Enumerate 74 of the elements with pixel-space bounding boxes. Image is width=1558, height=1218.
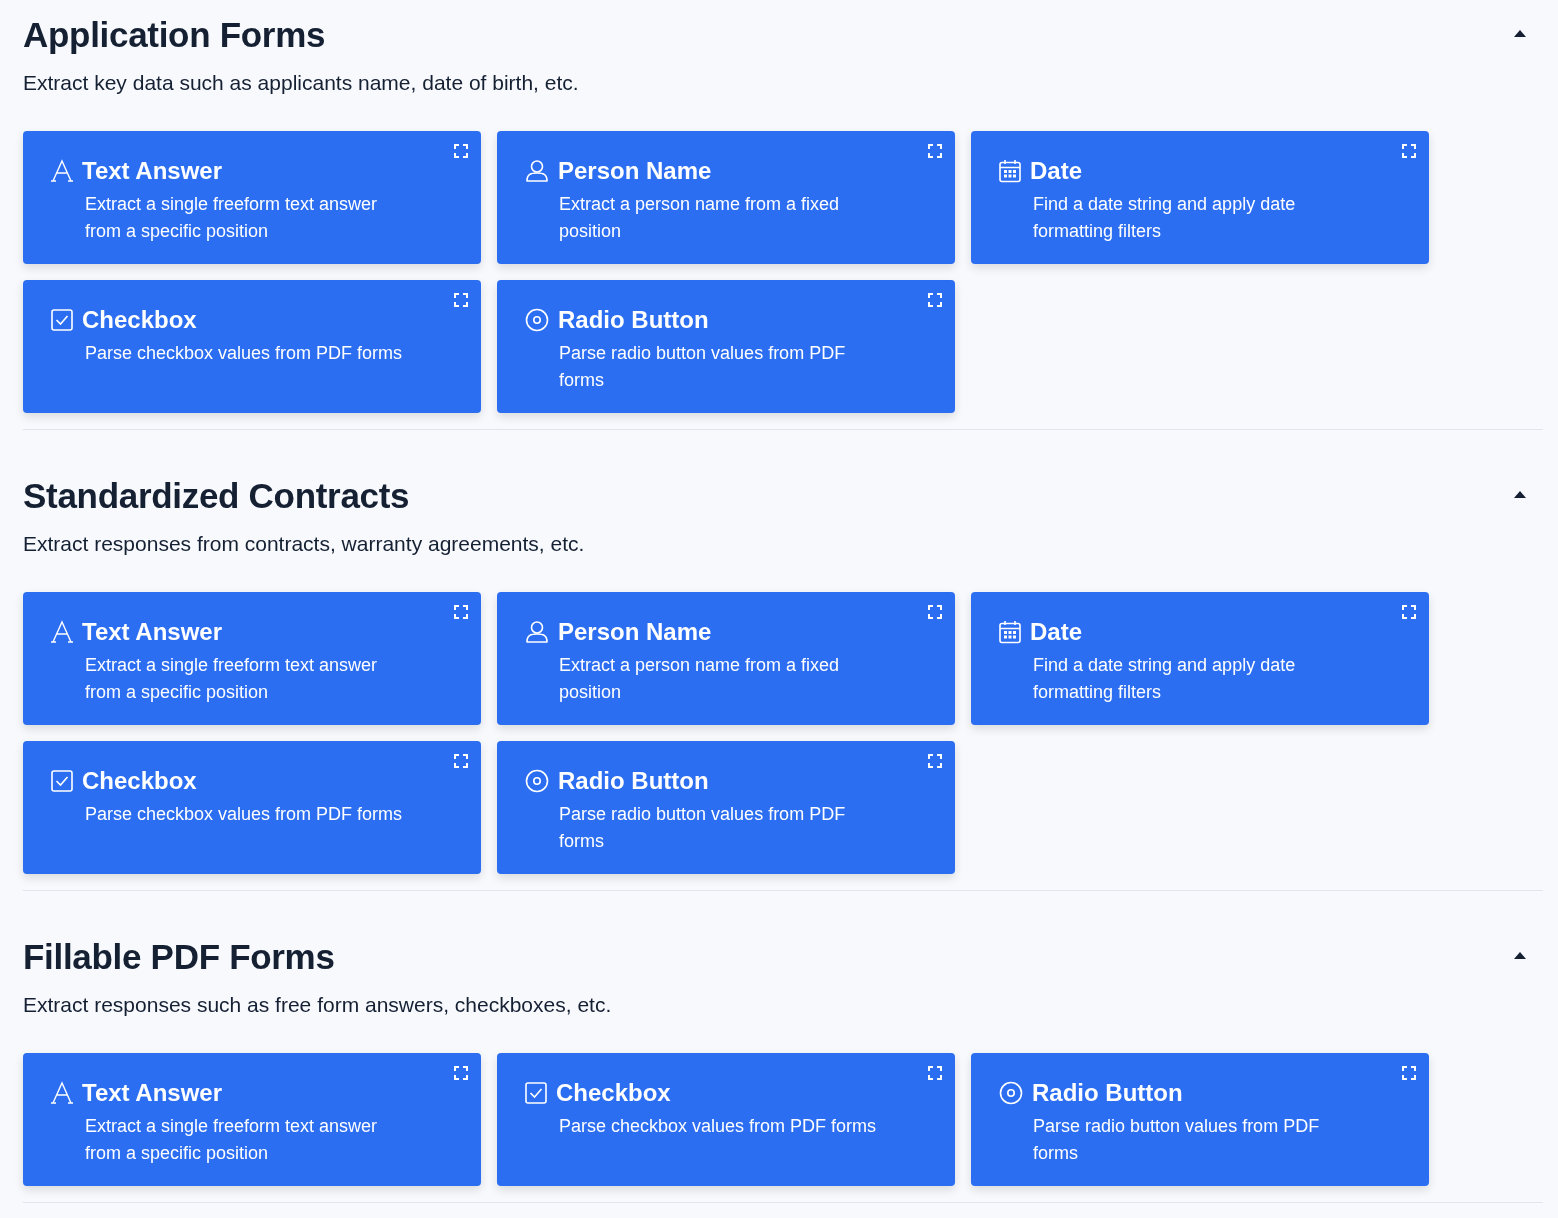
expand-icon[interactable] bbox=[454, 293, 468, 307]
field-type-card[interactable]: Text Answer Extract a single freeform text answer from a specific position bbox=[23, 131, 481, 264]
card-title: Radio Button bbox=[558, 766, 709, 796]
checkbox-icon bbox=[51, 770, 73, 792]
radio-icon bbox=[525, 769, 549, 793]
section-title: Application Forms bbox=[23, 14, 327, 56]
card-title: Checkbox bbox=[556, 1078, 671, 1108]
card-description: Parse checkbox values from PDF forms bbox=[85, 803, 404, 826]
expand-icon[interactable] bbox=[928, 144, 942, 158]
section-description: Extract responses from contracts, warranty agreements, etc. bbox=[23, 531, 585, 557]
field-type-card[interactable]: Radio Button Parse radio button values from PDF forms bbox=[971, 1053, 1429, 1186]
card-title: Text Answer bbox=[82, 617, 223, 647]
card-title: Checkbox bbox=[82, 766, 197, 796]
card-description: Parse checkbox values from PDF forms bbox=[85, 342, 404, 365]
card-description: Find a date string and apply date formatting filters bbox=[1033, 193, 1297, 243]
card-description: Extract a single freeform text answer from a specific position bbox=[85, 654, 379, 704]
text-letter-icon bbox=[51, 620, 73, 644]
card-title: Text Answer bbox=[82, 156, 223, 186]
person-icon bbox=[525, 159, 549, 183]
field-type-card[interactable]: Date Find a date string and apply date formatting filters bbox=[971, 131, 1429, 264]
field-type-card[interactable]: Checkbox Parse checkbox values from PDF forms bbox=[23, 741, 481, 874]
calendar-icon bbox=[999, 159, 1021, 183]
expand-icon[interactable] bbox=[1402, 605, 1416, 619]
section-description: Extract key data such as applicants name, date of birth, etc. bbox=[23, 70, 579, 96]
card-description: Extract a single freeform text answer from a specific position bbox=[85, 193, 379, 243]
card-description: Extract a single freeform text answer from a specific position bbox=[85, 1115, 379, 1165]
collapse-toggle[interactable] bbox=[1513, 490, 1527, 499]
field-type-card[interactable]: Checkbox Parse checkbox values from PDF forms bbox=[23, 280, 481, 413]
section-title: Standardized Contracts bbox=[23, 475, 411, 517]
card-description: Parse radio button values from PDF forms bbox=[1033, 1115, 1321, 1165]
text-letter-icon bbox=[51, 159, 73, 183]
radio-icon bbox=[999, 1081, 1023, 1105]
section-description: Extract responses such as free form answers, checkboxes, etc. bbox=[23, 992, 612, 1018]
field-type-card[interactable]: Checkbox Parse checkbox values from PDF forms bbox=[497, 1053, 955, 1186]
card-title: Radio Button bbox=[558, 305, 709, 335]
text-letter-icon bbox=[51, 1081, 73, 1105]
field-type-card[interactable]: Date Find a date string and apply date formatting filters bbox=[971, 592, 1429, 725]
card-title: Date bbox=[1030, 617, 1083, 647]
expand-icon[interactable] bbox=[454, 144, 468, 158]
expand-icon[interactable] bbox=[928, 754, 942, 768]
expand-icon[interactable] bbox=[928, 1066, 942, 1080]
calendar-icon bbox=[999, 620, 1021, 644]
expand-icon[interactable] bbox=[928, 293, 942, 307]
expand-icon[interactable] bbox=[1402, 144, 1416, 158]
card-title: Person Name bbox=[558, 156, 712, 186]
card-title: Text Answer bbox=[82, 1078, 223, 1108]
expand-icon[interactable] bbox=[454, 754, 468, 768]
card-title: Date bbox=[1030, 156, 1083, 186]
field-type-card[interactable]: Radio Button Parse radio button values from PDF forms bbox=[497, 741, 955, 874]
field-type-card[interactable]: Text Answer Extract a single freeform text answer from a specific position bbox=[23, 592, 481, 725]
card-description: Parse radio button values from PDF forms bbox=[559, 342, 847, 392]
radio-icon bbox=[525, 308, 549, 332]
person-icon bbox=[525, 620, 549, 644]
card-description: Extract a person name from a fixed position bbox=[559, 193, 841, 243]
field-type-card[interactable]: Person Name Extract a person name from a fixed position bbox=[497, 592, 955, 725]
field-type-card[interactable]: Person Name Extract a person name from a fixed position bbox=[497, 131, 955, 264]
card-title: Radio Button bbox=[1032, 1078, 1183, 1108]
field-type-card[interactable]: Radio Button Parse radio button values from PDF forms bbox=[497, 280, 955, 413]
field-type-card[interactable]: Text Answer Extract a single freeform text answer from a specific position bbox=[23, 1053, 481, 1186]
checkbox-icon bbox=[51, 309, 73, 331]
card-description: Parse radio button values from PDF forms bbox=[559, 803, 847, 853]
expand-icon[interactable] bbox=[454, 1066, 468, 1080]
card-description: Find a date string and apply date formatting filters bbox=[1033, 654, 1297, 704]
card-description: Extract a person name from a fixed position bbox=[559, 654, 841, 704]
expand-icon[interactable] bbox=[1402, 1066, 1416, 1080]
collapse-toggle[interactable] bbox=[1513, 29, 1527, 38]
card-description: Parse checkbox values from PDF forms bbox=[559, 1115, 878, 1138]
expand-icon[interactable] bbox=[928, 605, 942, 619]
expand-icon[interactable] bbox=[454, 605, 468, 619]
section-title: Fillable PDF Forms bbox=[23, 936, 336, 978]
checkbox-icon bbox=[525, 1082, 547, 1104]
card-title: Person Name bbox=[558, 617, 712, 647]
card-title: Checkbox bbox=[82, 305, 197, 335]
collapse-toggle[interactable] bbox=[1513, 951, 1527, 960]
